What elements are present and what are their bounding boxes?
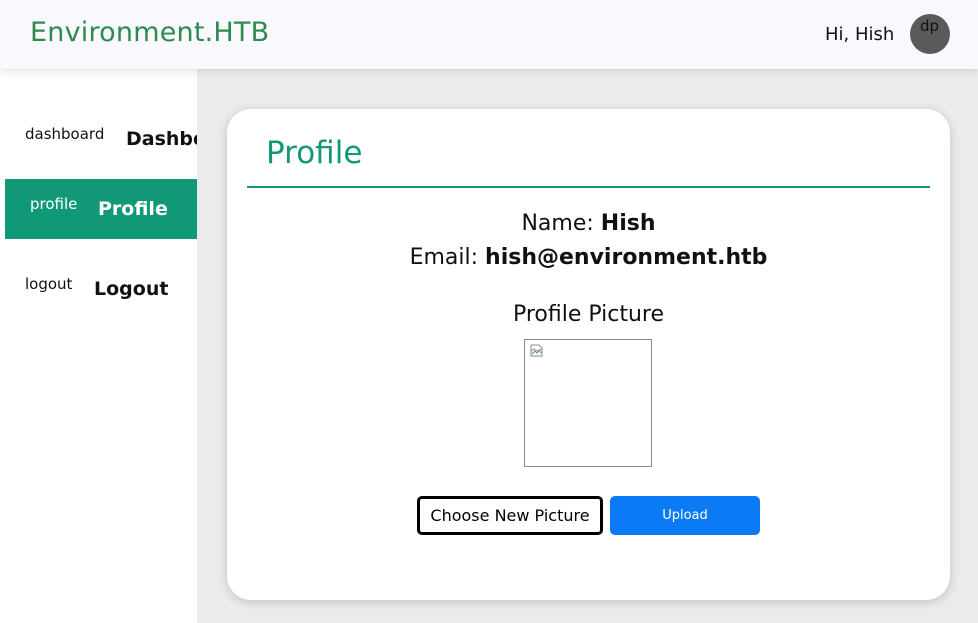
email-label: Email: [409,245,479,270]
profile-icon: profile [30,195,78,213]
upload-button[interactable]: Upload [610,496,760,535]
avatar[interactable]: dp [910,14,950,54]
profile-picture [524,339,652,467]
broken-image-icon [530,344,543,357]
sidebar-item-label: Logout [94,278,169,300]
user-greeting: Hi, Hish [825,24,895,45]
brand-title[interactable]: Environment.HTB [30,17,269,48]
profile-card: Profile Name: Hish Email: hish@environme… [227,109,950,600]
avatar-alt-text: dp [920,17,940,35]
sidebar: dashboard Dashboard profile Profile logo… [0,69,197,623]
top-header: Environment.HTB Hi, Hish dp [0,0,978,69]
dashboard-icon: dashboard [25,125,105,143]
email-value: hish@environment.htb [485,245,768,270]
profile-picture-heading: Profile Picture [512,302,665,327]
name-row: Name: Hish [227,211,950,236]
sidebar-item-label: Profile [98,198,168,220]
sidebar-item-profile[interactable]: profile Profile [5,179,197,239]
sidebar-item-logout[interactable]: logout Logout [5,259,197,319]
page-title: Profile [266,135,363,171]
logout-icon: logout [25,275,73,293]
name-value: Hish [600,211,656,236]
choose-picture-button[interactable]: Choose New Picture [417,496,603,535]
sidebar-item-dashboard[interactable]: dashboard Dashboard [5,109,197,169]
name-label: Name: [521,211,594,236]
title-divider [247,186,930,188]
sidebar-item-label: Dashboard [126,128,197,150]
email-row: Email: hish@environment.htb [227,245,950,270]
